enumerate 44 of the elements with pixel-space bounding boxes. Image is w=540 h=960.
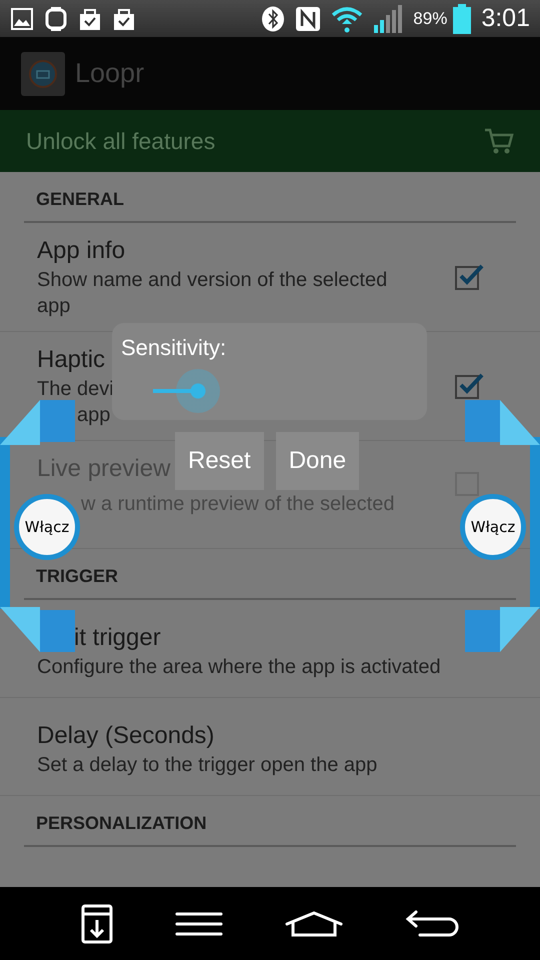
toggle-button[interactable]: Włącz	[14, 494, 80, 560]
section-header: PERSONALIZATION	[36, 813, 207, 833]
checkbox[interactable]	[454, 372, 484, 400]
clock-time: 3:01	[481, 4, 530, 33]
item-title: App info	[37, 236, 126, 266]
dialog-label: Sensitivity:	[121, 335, 228, 361]
slider-thumb[interactable]	[176, 369, 220, 413]
promo-banner[interactable]: Unlock all features	[0, 110, 540, 172]
battery-percentage: 89%	[413, 8, 448, 28]
item-summary: Set a delay to the trigger open the app	[37, 753, 378, 778]
back-icon[interactable]	[405, 910, 459, 938]
image-icon	[10, 6, 34, 30]
home-icon[interactable]	[285, 910, 343, 936]
toggle-button[interactable]: Włącz	[460, 494, 526, 560]
shopping-bag-icon	[78, 6, 102, 30]
cart-icon	[484, 127, 514, 155]
watch-icon	[44, 6, 68, 32]
corner-drawing[interactable]	[465, 607, 540, 652]
dialog-button[interactable]: Reset	[175, 432, 264, 490]
shopping-bag-icon	[112, 6, 136, 30]
promo-label: Unlock all features	[26, 128, 216, 154]
bluetooth-icon	[261, 6, 286, 32]
corner-drawing[interactable]	[465, 400, 540, 445]
corner-drawing[interactable]	[0, 607, 75, 652]
corner-drawing[interactable]	[0, 400, 75, 445]
app-title: Loopr	[75, 58, 144, 89]
nfc-icon	[295, 6, 322, 32]
dialog-button[interactable]: Done	[276, 432, 360, 490]
item-title: Delay (Seconds)	[37, 721, 214, 751]
signal-icon	[373, 4, 404, 32]
battery-icon	[453, 4, 472, 34]
menu-icon[interactable]	[175, 910, 223, 936]
section-header: GENERAL	[36, 189, 124, 209]
item-summary: The devi	[37, 377, 114, 402]
download-icon[interactable]	[81, 904, 113, 944]
checkbox[interactable]	[454, 263, 484, 291]
item-title: Haptic	[37, 345, 106, 375]
item-summary: app	[77, 403, 110, 428]
item-summary: Show name and version of the selected app	[37, 268, 388, 319]
item-summary: Configure the area where the app is activated	[37, 655, 441, 680]
wifi-icon	[331, 4, 364, 32]
item-title: it trigger	[74, 623, 161, 653]
section-header: TRIGGER	[36, 566, 118, 586]
app-icon	[21, 52, 65, 96]
